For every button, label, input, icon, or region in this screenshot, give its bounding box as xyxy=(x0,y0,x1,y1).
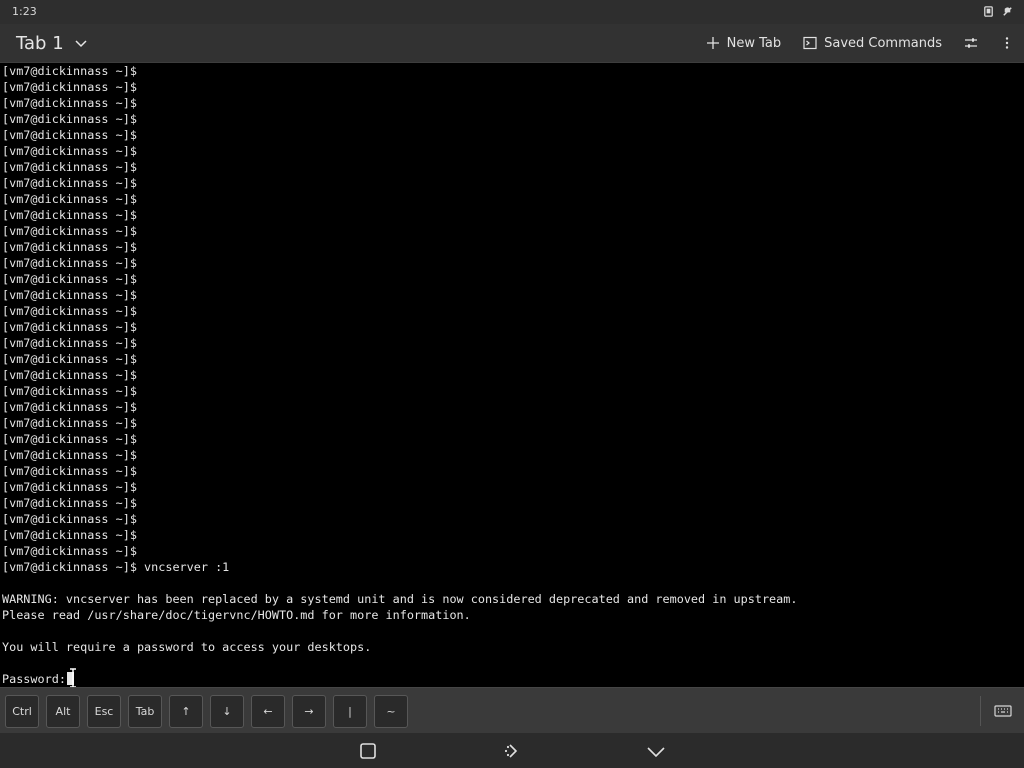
terminal-line: [vm7@dickinnass ~]$ xyxy=(2,544,137,558)
terminal-line: [vm7@dickinnass ~]$ xyxy=(2,320,137,334)
chevron-down-icon xyxy=(75,40,87,48)
screen-rotate-icon xyxy=(984,6,993,17)
terminal-line: [vm7@dickinnass ~]$ xyxy=(2,448,137,462)
terminal-line: [vm7@dickinnass ~]$ xyxy=(2,528,137,542)
terminal-line: [vm7@dickinnass ~]$ vncserver :1 xyxy=(2,560,230,574)
terminal-line: [vm7@dickinnass ~]$ xyxy=(2,208,137,222)
terminal-line: [vm7@dickinnass ~]$ xyxy=(2,480,137,494)
password-prompt-line: Password: xyxy=(2,671,1024,687)
navigation-bar xyxy=(0,733,1024,768)
extra-key-button[interactable]: → xyxy=(292,695,326,728)
terminal-line: [vm7@dickinnass ~]$ xyxy=(2,192,137,206)
extra-key-button[interactable]: | xyxy=(333,695,367,728)
tab-selector[interactable]: Tab 1 xyxy=(16,30,88,56)
tab-title: Tab 1 xyxy=(16,32,64,54)
extra-key-button[interactable]: Alt xyxy=(46,695,80,728)
terminal-line: [vm7@dickinnass ~]$ xyxy=(2,464,137,478)
hide-keyboard-icon[interactable] xyxy=(646,741,666,761)
saved-commands-label: Saved Commands xyxy=(824,35,942,51)
terminal-line: [vm7@dickinnass ~]$ xyxy=(2,400,137,414)
terminal-line: [vm7@dickinnass ~]$ xyxy=(2,80,137,94)
terminal-line: [vm7@dickinnass ~]$ xyxy=(2,272,137,286)
terminal-line: [vm7@dickinnass ~]$ xyxy=(2,144,137,158)
extra-key-button[interactable]: ↑ xyxy=(169,695,203,728)
terminal-line: [vm7@dickinnass ~]$ xyxy=(2,224,137,238)
terminal-line: [vm7@dickinnass ~]$ xyxy=(2,64,137,78)
terminal-line: [vm7@dickinnass ~]$ xyxy=(2,160,137,174)
overview-icon[interactable] xyxy=(358,741,378,761)
more-vertical-icon xyxy=(1005,37,1009,49)
tab-bar: Tab 1 New Tab Saved Commands xyxy=(0,24,1024,63)
terminal-line: [vm7@dickinnass ~]$ xyxy=(2,176,137,190)
terminal-line: [vm7@dickinnass ~]$ xyxy=(2,288,137,302)
terminal-line: [vm7@dickinnass ~]$ xyxy=(2,256,137,270)
password-prompt: Password: xyxy=(2,672,66,686)
terminal-line: [vm7@dickinnass ~]$ xyxy=(2,512,137,526)
terminal-line: WARNING: vncserver has been replaced by … xyxy=(2,592,798,606)
terminal-line: [vm7@dickinnass ~]$ xyxy=(2,304,137,318)
extra-key-button[interactable]: Ctrl xyxy=(5,695,39,728)
terminal-line: [vm7@dickinnass ~]$ xyxy=(2,336,137,350)
extra-key-button[interactable]: ~ xyxy=(374,695,408,728)
extra-keys-bar: Ctrl Alt Esc Tab ↑ ↓ ← → | ~ xyxy=(0,687,1024,734)
extra-key-button[interactable]: ↓ xyxy=(210,695,244,728)
new-tab-button[interactable]: New Tab xyxy=(706,35,782,51)
terminal-line: [vm7@dickinnass ~]$ xyxy=(2,496,137,510)
toolbar-actions: New Tab Saved Commands xyxy=(706,30,1014,56)
terminal-line: [vm7@dickinnass ~]$ xyxy=(2,352,137,366)
overflow-menu-button[interactable] xyxy=(1000,36,1014,50)
extra-key-button[interactable]: Tab xyxy=(128,695,162,728)
status-bar: 1:23 xyxy=(0,0,1024,24)
text-cursor-icon xyxy=(70,668,76,687)
terminal-line: Please read /usr/share/doc/tigervnc/HOWT… xyxy=(2,608,471,622)
terminal-output: [vm7@dickinnass ~]$ [vm7@dickinnass ~]$ [v… xyxy=(0,63,1024,687)
do-not-disturb-icon xyxy=(1003,7,1012,16)
new-tab-label: New Tab xyxy=(726,35,782,51)
status-icons xyxy=(982,5,1014,18)
back-icon[interactable] xyxy=(502,741,522,761)
divider xyxy=(980,696,981,726)
terminal-line: You will require a password to access yo… xyxy=(2,640,372,654)
terminal-line: [vm7@dickinnass ~]$ xyxy=(2,128,137,142)
terminal-line: [vm7@dickinnass ~]$ xyxy=(2,112,137,126)
saved-commands-button[interactable]: Saved Commands xyxy=(803,36,942,51)
terminal-line: [vm7@dickinnass ~]$ xyxy=(2,384,137,398)
terminal-icon xyxy=(803,36,817,50)
status-time: 1:23 xyxy=(12,5,37,18)
keyboard-icon[interactable] xyxy=(994,702,1012,720)
sliders-icon xyxy=(965,38,977,48)
terminal-line: [vm7@dickinnass ~]$ xyxy=(2,432,137,446)
terminal-line: [vm7@dickinnass ~]$ xyxy=(2,96,137,110)
terminal-line: [vm7@dickinnass ~]$ xyxy=(2,416,137,430)
terminal-line: [vm7@dickinnass ~]$ xyxy=(2,240,137,254)
terminal-view[interactable]: [vm7@dickinnass ~]$ [vm7@dickinnass ~]$ [v… xyxy=(0,63,1024,687)
extra-key-button[interactable]: ← xyxy=(251,695,285,728)
plus-icon xyxy=(706,37,719,49)
extra-key-button[interactable]: Esc xyxy=(87,695,121,728)
terminal-line: [vm7@dickinnass ~]$ xyxy=(2,368,137,382)
settings-button[interactable] xyxy=(964,36,978,50)
